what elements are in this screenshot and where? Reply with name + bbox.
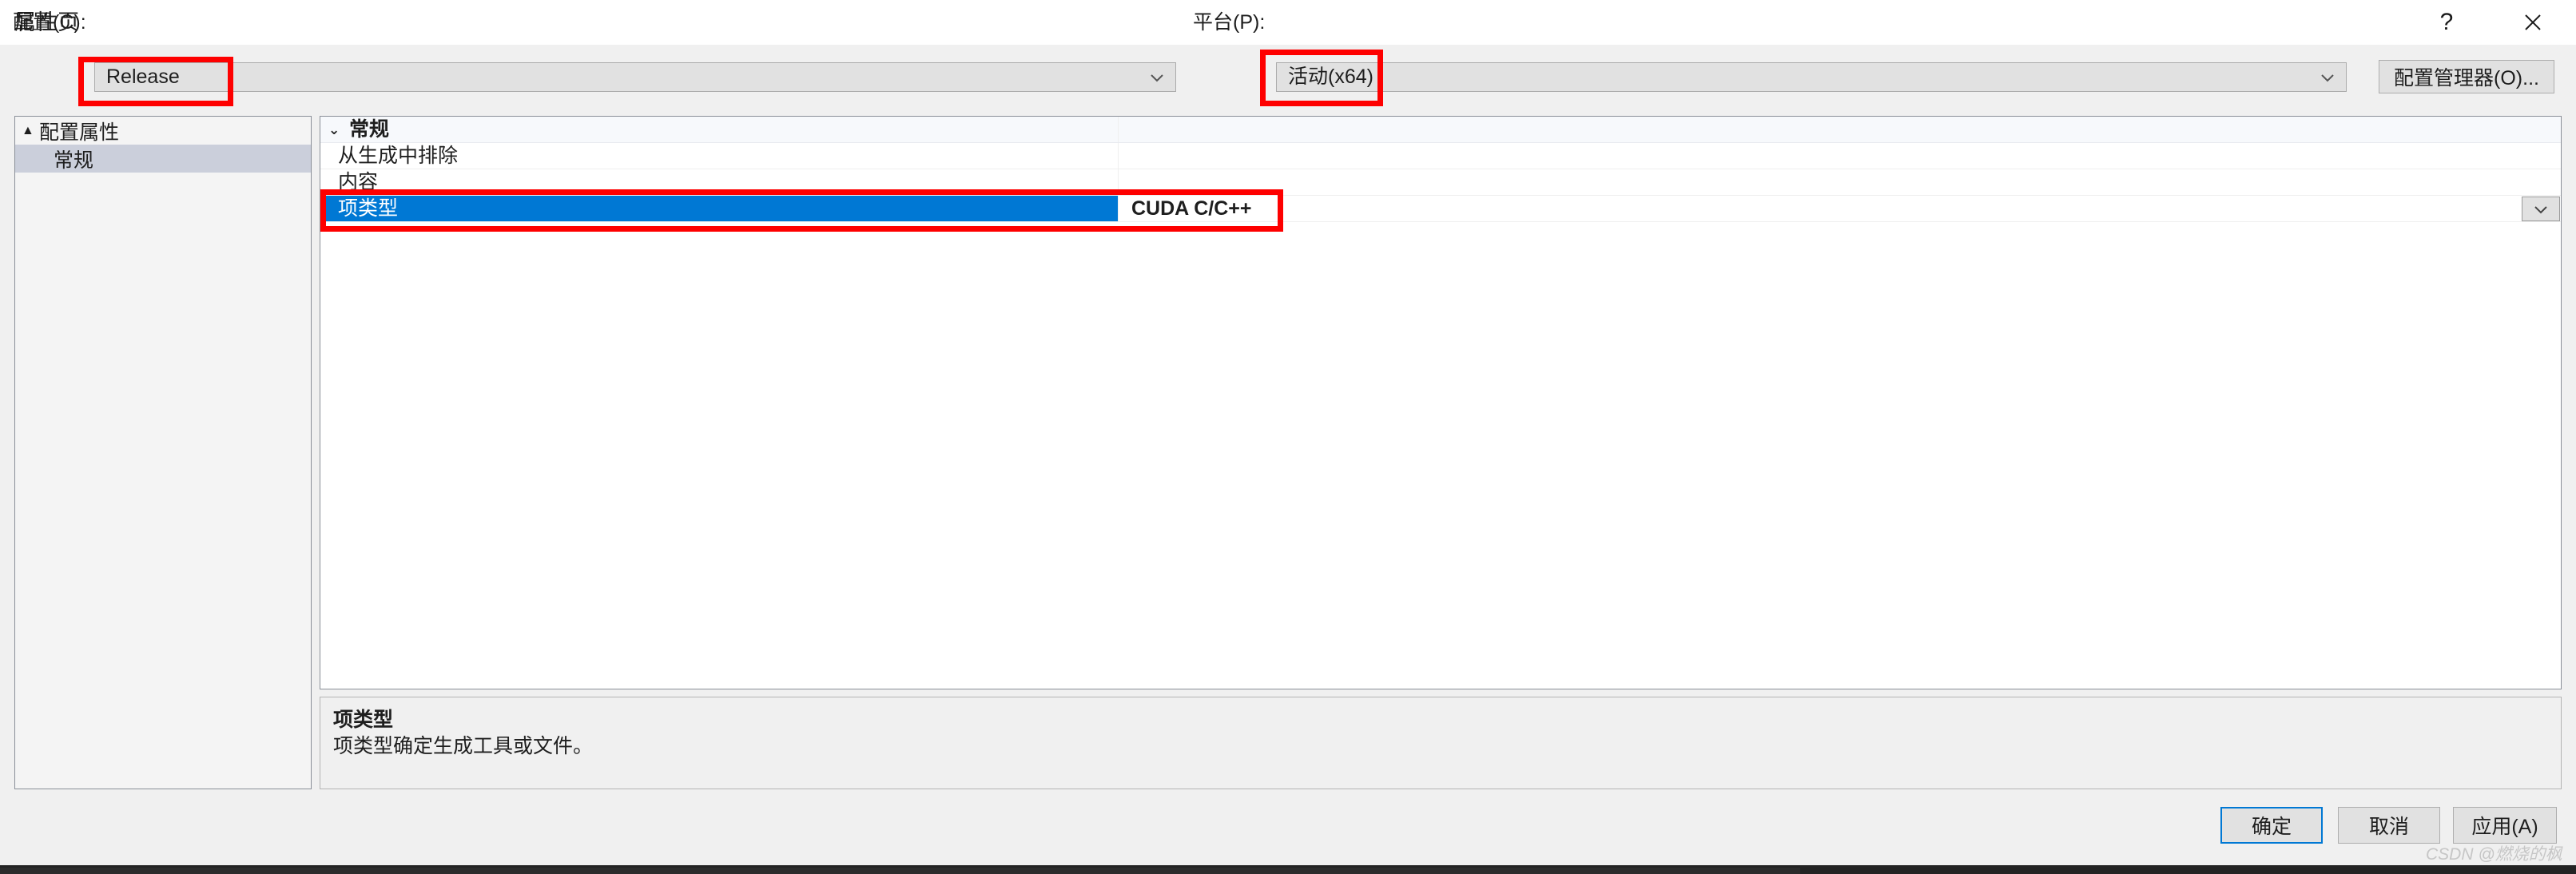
property-pages-dialog: 属性页 ? 配置(C): Release 平台(P): 活动(x64) 配置管理… bbox=[0, 0, 2576, 865]
apply-button[interactable]: 应用(A) bbox=[2453, 807, 2557, 844]
description-panel: 项类型 项类型确定生成工具或文件。 bbox=[320, 697, 2562, 789]
tree-item-general[interactable]: 常规 bbox=[15, 145, 311, 173]
taskbar bbox=[0, 865, 2576, 874]
watermark: CSDN @燃烧的枫 bbox=[2426, 845, 2562, 864]
property-name-cell: 从生成中排除 bbox=[338, 144, 459, 167]
property-group-header[interactable]: ⌄ 常规 bbox=[320, 117, 2561, 143]
chevron-down-icon bbox=[2319, 63, 2336, 91]
triangle-expanded-icon[interactable]: ▲ bbox=[22, 124, 39, 137]
property-name-cell: 内容 bbox=[338, 170, 379, 193]
property-value-cell[interactable] bbox=[1119, 169, 2561, 195]
description-text: 项类型确定生成工具或文件。 bbox=[333, 735, 594, 757]
help-button[interactable]: ? bbox=[2410, 0, 2483, 45]
property-row-item-type[interactable]: 项类型 CUDA C/C++ bbox=[320, 196, 2561, 222]
question-mark-icon: ? bbox=[2439, 9, 2454, 35]
property-group-value-cell bbox=[1119, 117, 2561, 142]
platform-select-value: 活动(x64) bbox=[1288, 66, 1373, 88]
property-row-exclude-from-build[interactable]: 从生成中排除 bbox=[320, 143, 2561, 169]
tree-item-label: 常规 bbox=[54, 149, 94, 172]
tree-item-label: 配置属性 bbox=[39, 121, 120, 144]
configuration-label: 配置(C): bbox=[13, 11, 86, 34]
chevron-down-icon bbox=[2534, 205, 2547, 213]
property-grid[interactable]: ⌄ 常规 从生成中排除 内容 项类型 CUDA C/C++ bbox=[320, 116, 2562, 689]
property-value-cell[interactable] bbox=[1119, 143, 2561, 169]
property-group-name-cell: ⌄ 常规 bbox=[320, 117, 1118, 142]
ok-button[interactable]: 确定 bbox=[2220, 807, 2323, 844]
taskbar-strip bbox=[0, 868, 1800, 874]
configuration-select[interactable]: Release bbox=[94, 62, 1176, 92]
description-title: 项类型 bbox=[333, 709, 394, 731]
close-icon bbox=[2525, 14, 2541, 30]
platform-label: 平台(P): bbox=[1193, 11, 1266, 34]
property-value-cell[interactable]: CUDA C/C++ bbox=[1119, 196, 2561, 221]
configuration-select-value: Release bbox=[106, 66, 180, 88]
title-bar: 属性页 ? bbox=[0, 0, 2576, 45]
item-type-dropdown-button[interactable] bbox=[2522, 197, 2560, 221]
chevron-down-icon[interactable]: ⌄ bbox=[328, 123, 349, 137]
property-row-content[interactable]: 内容 bbox=[320, 169, 2561, 196]
cancel-button[interactable]: 取消 bbox=[2338, 807, 2440, 844]
property-name-cell: 项类型 bbox=[320, 196, 1118, 221]
close-button[interactable] bbox=[2496, 0, 2570, 45]
platform-select[interactable]: 活动(x64) bbox=[1276, 62, 2347, 92]
chevron-down-icon bbox=[1148, 63, 1166, 91]
property-group-label: 常规 bbox=[349, 117, 390, 141]
configuration-tree[interactable]: ▲ 配置属性 常规 bbox=[14, 116, 312, 789]
configuration-manager-button[interactable]: 配置管理器(O)... bbox=[2379, 60, 2554, 93]
tree-item-configuration-properties[interactable]: ▲ 配置属性 bbox=[15, 117, 311, 145]
